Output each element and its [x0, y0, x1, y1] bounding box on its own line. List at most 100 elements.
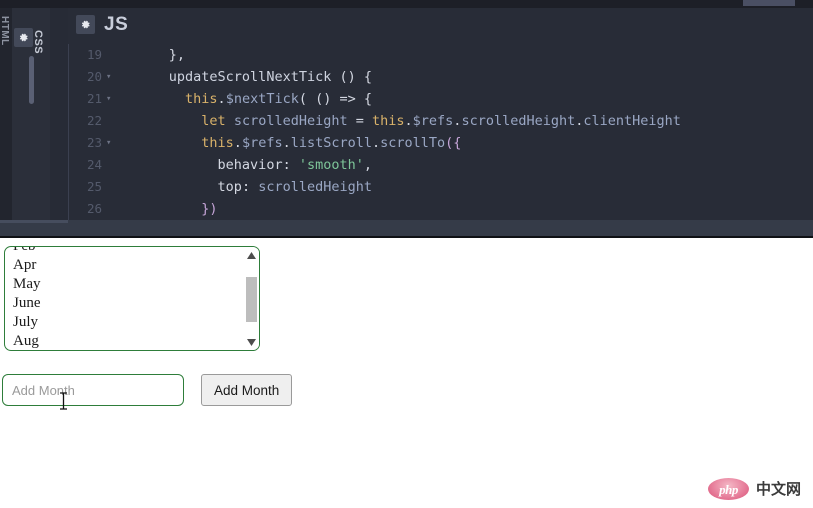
code-line-text: this.$nextTick( () => {: [120, 88, 372, 110]
sidebar-tab-css[interactable]: CSS: [12, 8, 51, 220]
line-number: 21: [86, 91, 102, 106]
code-line[interactable]: 24 behavior: 'smooth',: [68, 154, 813, 176]
code-token: .: [404, 113, 413, 129]
code-line[interactable]: 25 top: scrolledHeight: [68, 176, 813, 198]
window-top-strip: [0, 0, 813, 8]
scrollbar-thumb[interactable]: [246, 277, 257, 322]
month-list-item[interactable]: July: [5, 313, 245, 332]
code-token: =: [347, 113, 372, 129]
code-token: listScroll: [290, 135, 372, 151]
gear-icon[interactable]: [76, 15, 95, 34]
code-line[interactable]: 23 ▾ this.$refs.listScroll.scrollTo({: [68, 132, 813, 154]
js-tabbar: JS: [68, 8, 813, 44]
add-month-input[interactable]: [2, 374, 184, 406]
code-token: this: [372, 113, 405, 129]
code-token: $refs: [412, 113, 454, 129]
sidebar-mini-scrollbar[interactable]: [29, 56, 34, 104]
code-line-text: behavior: 'smooth',: [120, 154, 372, 176]
code-lines-container: 19 }, 20 ▾ updateScrollNextTick () { 21 ▾ th…: [68, 44, 813, 220]
line-number: 26: [86, 201, 102, 216]
sidebar-tab-html-label: HTML: [0, 16, 10, 46]
line-number: 25: [86, 179, 102, 194]
tab-js-label: JS: [104, 14, 129, 35]
month-list-box[interactable]: Feb Apr May June July Aug: [4, 246, 260, 351]
gear-icon[interactable]: [14, 28, 33, 47]
month-list-item[interactable]: June: [5, 294, 245, 313]
code-token: clientHeight: [583, 113, 681, 129]
code-token: scrolledHeight: [461, 113, 576, 129]
code-line-text: }): [120, 198, 218, 220]
top-strip-highlight: [743, 0, 795, 6]
code-line[interactable]: 21 ▾ this.$nextTick( () => {: [68, 88, 813, 110]
code-token: updateScrollNextTick: [168, 69, 332, 85]
php-logo-icon: php: [707, 478, 749, 500]
code-line-text: top: scrolledHeight: [120, 176, 372, 198]
code-token: scrollTo: [380, 135, 446, 151]
code-token: .: [217, 91, 226, 107]
panel-divider[interactable]: [0, 220, 813, 236]
editor-left-strip: [50, 8, 69, 220]
preview-pane: Feb Apr May June July Aug Add Month Add …: [0, 238, 813, 508]
fold-arrow-icon[interactable]: ▾: [106, 132, 111, 154]
code-token: 'smooth': [298, 157, 364, 173]
code-token: behavior: [217, 157, 283, 173]
code-line[interactable]: 26 }): [68, 198, 813, 220]
add-month-button[interactable]: Add Month: [201, 374, 293, 406]
code-token: .: [372, 135, 381, 151]
sidebar-tab-css-label: CSS: [32, 30, 44, 55]
code-token: ( () => {: [298, 91, 372, 107]
month-list-scrollbar[interactable]: [242, 247, 259, 350]
code-line-text: this.$refs.listScroll.scrollTo({: [120, 132, 461, 154]
code-token: scrolledHeight: [258, 179, 372, 195]
code-token: top: [217, 179, 242, 195]
triangle-down-icon[interactable]: [243, 335, 259, 349]
php-logo-text: php: [719, 481, 738, 497]
month-list-item[interactable]: Feb: [5, 247, 245, 256]
fold-arrow-icon[interactable]: ▾: [106, 66, 111, 88]
code-token: () {: [331, 69, 372, 85]
tab-js[interactable]: JS: [76, 15, 128, 34]
code-line[interactable]: 22 let scrolledHeight = this.$refs.scrol…: [68, 110, 813, 132]
code-token: this: [201, 135, 234, 151]
code-token: $refs: [241, 135, 283, 151]
triangle-up-icon[interactable]: [243, 248, 259, 262]
code-token: scrolledHeight: [233, 113, 348, 129]
code-line[interactable]: 19 },: [68, 44, 813, 66]
month-list-item[interactable]: May: [5, 275, 245, 294]
line-number: 22: [86, 113, 102, 128]
code-token: ,: [363, 157, 373, 173]
code-line-text: },: [120, 44, 185, 66]
line-number: 20: [86, 69, 102, 84]
code-line[interactable]: 20 ▾ updateScrollNextTick () {: [68, 66, 813, 88]
month-list-items: Feb Apr May June July Aug: [5, 247, 245, 350]
divider-nub: [0, 220, 68, 223]
line-number: 23: [86, 135, 102, 150]
line-number: 24: [86, 157, 102, 172]
code-line-text: updateScrollNextTick () {: [120, 66, 372, 88]
code-token: },: [168, 47, 186, 63]
code-token: this: [185, 91, 218, 107]
code-token: :: [282, 157, 299, 173]
code-token: ({: [445, 135, 462, 151]
fold-arrow-icon[interactable]: ▾: [106, 88, 111, 110]
code-content[interactable]: 19 }, 20 ▾ updateScrollNextTick () { 21 ▾ th…: [68, 44, 813, 220]
code-token: }): [201, 201, 218, 217]
watermark: php 中文网: [707, 478, 801, 500]
js-editor-pane: JS 19 }, 20 ▾ updateScrollNextTick () { 21 ▾…: [68, 8, 813, 220]
code-editor-panel: HTML CSS JS 19}, 20 ▾ updateScrollNextT…: [0, 8, 813, 220]
add-month-row: Add Month: [0, 374, 400, 414]
month-list-item[interactable]: Aug: [5, 332, 245, 350]
month-list-item[interactable]: Apr: [5, 256, 245, 275]
line-number: 19: [86, 47, 102, 62]
code-token: .: [282, 135, 291, 151]
code-line-text: let scrolledHeight = this.$refs.scrolled…: [120, 110, 681, 132]
